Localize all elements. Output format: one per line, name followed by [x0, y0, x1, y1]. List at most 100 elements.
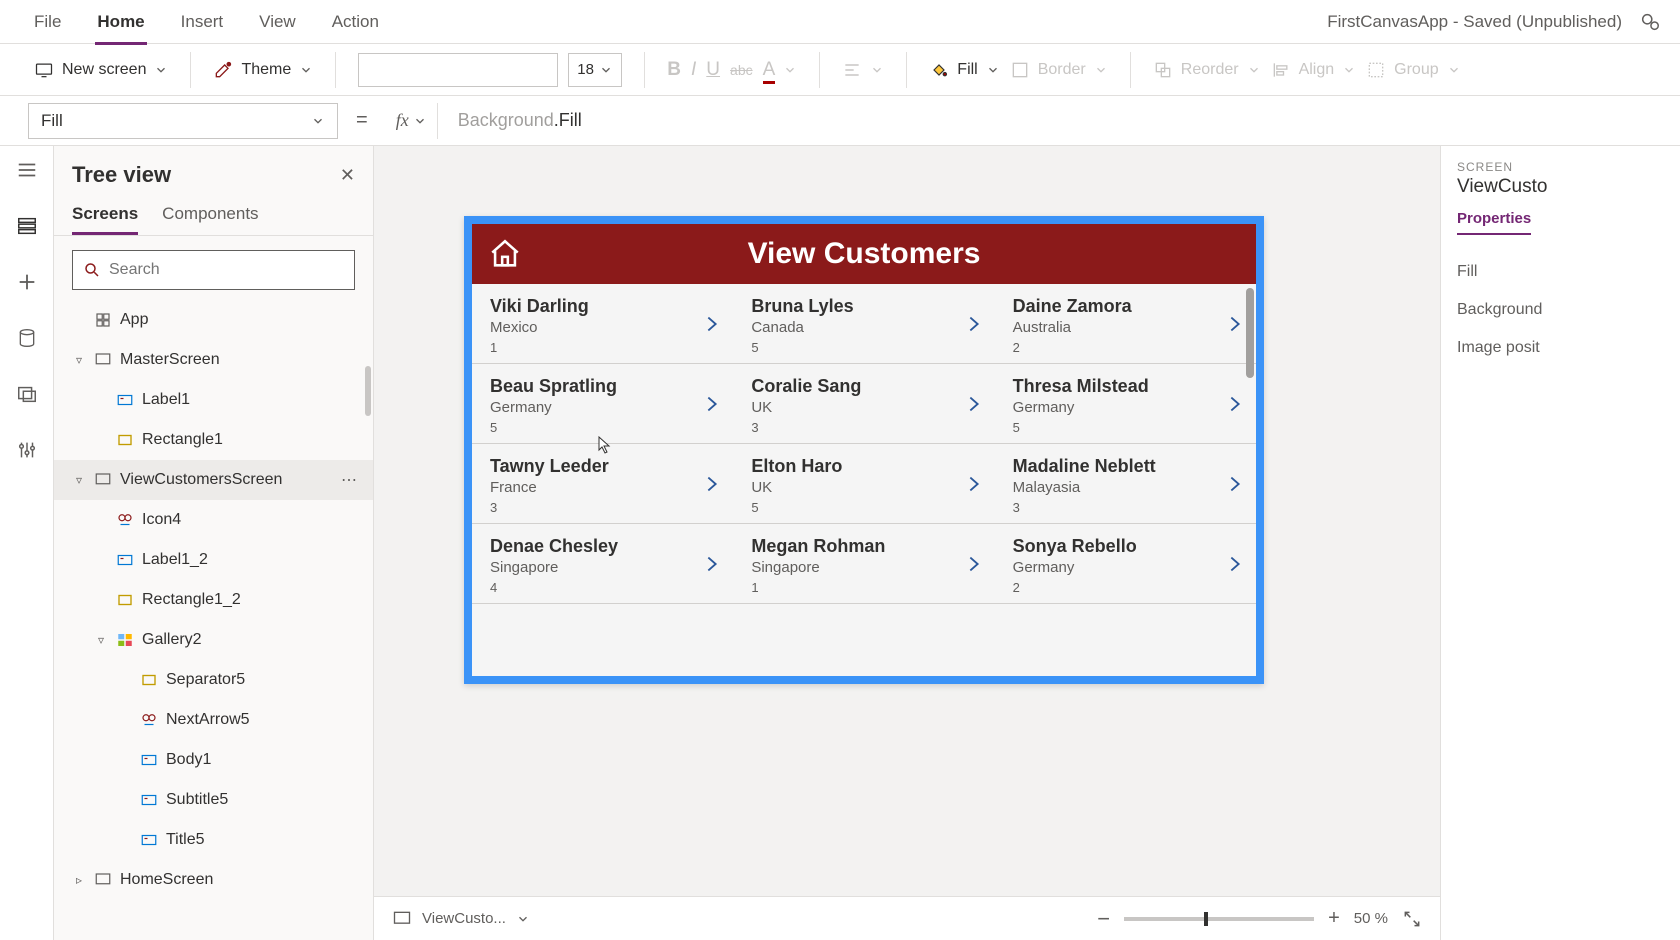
canvas-area[interactable]: View Customers Viki DarlingMexico1Bruna …: [374, 146, 1440, 940]
tree-node-homescreen[interactable]: ▹HomeScreen: [54, 860, 373, 900]
new-screen-button[interactable]: New screen: [34, 60, 168, 80]
canvas-frame[interactable]: View Customers Viki DarlingMexico1Bruna …: [464, 216, 1264, 684]
tree-node-label1[interactable]: Label1: [54, 380, 373, 420]
chevron-right-icon[interactable]: [1224, 389, 1246, 419]
gallery-item[interactable]: Bruna LylesCanada5: [733, 284, 994, 363]
tree-node-masterscreen[interactable]: ▿MasterScreen: [54, 340, 373, 380]
tree-node-rectangle1_2[interactable]: Rectangle1_2: [54, 580, 373, 620]
group-button[interactable]: Group: [1366, 60, 1460, 80]
tree-tab-components[interactable]: Components: [162, 196, 258, 235]
gallery-item[interactable]: Coralie SangUK3: [733, 364, 994, 443]
property-select[interactable]: Fill: [28, 103, 338, 139]
zoom-out-button[interactable]: −: [1097, 906, 1110, 932]
hamburger-icon[interactable]: [13, 156, 41, 184]
gallery-item[interactable]: Daine ZamoraAustralia2: [995, 284, 1256, 363]
tree-node-subtitle5[interactable]: Subtitle5: [54, 780, 373, 820]
fx-button[interactable]: fx: [386, 103, 438, 139]
gallery-item[interactable]: Viki DarlingMexico1: [472, 284, 733, 363]
menu-file[interactable]: File: [16, 12, 79, 32]
reorder-button[interactable]: Reorder: [1153, 60, 1261, 80]
tree-node-rectangle1[interactable]: Rectangle1: [54, 420, 373, 460]
menu-view[interactable]: View: [241, 12, 314, 32]
insert-icon[interactable]: [13, 268, 41, 296]
props-tab-properties[interactable]: Properties: [1457, 210, 1531, 235]
gallery-item[interactable]: Thresa MilsteadGermany5: [995, 364, 1256, 443]
tree-node-separator5[interactable]: Separator5: [54, 660, 373, 700]
tree-view-icon[interactable]: [13, 212, 41, 240]
diagnostics-icon[interactable]: [1636, 8, 1664, 36]
prop-background[interactable]: Background: [1457, 291, 1680, 329]
status-screen-label[interactable]: ViewCusto...: [422, 910, 506, 927]
close-icon[interactable]: ✕: [340, 165, 355, 186]
tree-scrollbar[interactable]: [365, 366, 371, 416]
expand-icon[interactable]: ▿: [72, 353, 86, 367]
tree-tab-screens[interactable]: Screens: [72, 196, 138, 235]
zoom-in-button[interactable]: +: [1328, 907, 1340, 930]
prop-fill[interactable]: Fill: [1457, 253, 1680, 291]
chevron-right-icon[interactable]: [1224, 469, 1246, 499]
formula-input[interactable]: Background.Fill: [448, 110, 582, 131]
tree-node-label1_2[interactable]: Label1_2: [54, 540, 373, 580]
menu-action[interactable]: Action: [314, 12, 397, 32]
customer-num: 5: [751, 340, 976, 355]
tree-node-icon4[interactable]: Icon4: [54, 500, 373, 540]
media-icon[interactable]: [13, 380, 41, 408]
gallery-item[interactable]: Denae ChesleySingapore4: [472, 524, 733, 603]
chevron-right-icon[interactable]: [701, 309, 723, 339]
font-size-input[interactable]: 18: [568, 53, 622, 87]
menu-home[interactable]: Home: [79, 12, 162, 32]
tree-node-body1[interactable]: Body1: [54, 740, 373, 780]
tree-node-viewcustomersscreen[interactable]: ▿ViewCustomersScreen⋯: [54, 460, 373, 500]
chevron-down-icon[interactable]: [516, 912, 530, 926]
underline-button[interactable]: U: [706, 59, 720, 81]
chevron-right-icon[interactable]: [963, 389, 985, 419]
expand-icon[interactable]: ▿: [94, 633, 108, 647]
theme-label: Theme: [241, 61, 291, 79]
chevron-right-icon[interactable]: [1224, 549, 1246, 579]
chevron-right-icon[interactable]: [701, 549, 723, 579]
fill-button[interactable]: Fill: [929, 60, 999, 80]
expand-icon[interactable]: ▹: [72, 873, 86, 887]
menu-insert[interactable]: Insert: [163, 12, 242, 32]
more-icon[interactable]: ⋯: [341, 470, 359, 490]
gallery-item[interactable]: Megan RohmanSingapore1: [733, 524, 994, 603]
gallery-item[interactable]: Madaline NeblettMalayasia3: [995, 444, 1256, 523]
align-button[interactable]: Align: [1271, 60, 1357, 80]
italic-button[interactable]: I: [691, 59, 696, 81]
font-color-button[interactable]: A: [763, 59, 798, 81]
tools-icon[interactable]: [13, 436, 41, 464]
gallery-item[interactable]: Beau SpratlingGermany5: [472, 364, 733, 443]
gallery-item[interactable]: Sonya RebelloGermany2: [995, 524, 1256, 603]
search-input[interactable]: [109, 261, 344, 279]
fit-screen-button[interactable]: [1402, 909, 1422, 929]
expand-icon[interactable]: ▿: [72, 473, 86, 487]
data-icon[interactable]: [13, 324, 41, 352]
chevron-right-icon[interactable]: [963, 549, 985, 579]
tree-node-nextarrow5[interactable]: NextArrow5: [54, 700, 373, 740]
border-button[interactable]: Border: [1010, 60, 1108, 80]
tree-node-title5[interactable]: Title5: [54, 820, 373, 860]
tree-node-app[interactable]: App: [54, 300, 373, 340]
chevron-right-icon[interactable]: [701, 469, 723, 499]
tree-search[interactable]: [72, 250, 355, 290]
font-family-select[interactable]: [358, 53, 558, 87]
bold-button[interactable]: B: [667, 59, 681, 81]
zoom-slider[interactable]: [1124, 917, 1314, 921]
chevron-right-icon[interactable]: [963, 309, 985, 339]
home-icon[interactable]: [488, 237, 522, 271]
tree-node-label: Separator5: [166, 671, 245, 689]
chevron-right-icon[interactable]: [963, 469, 985, 499]
gallery-item[interactable]: Elton HaroUK5: [733, 444, 994, 523]
rect-icon: [116, 431, 134, 449]
chevron-right-icon[interactable]: [1224, 309, 1246, 339]
menubar: FileHomeInsertViewAction FirstCanvasApp …: [0, 0, 1680, 44]
gallery[interactable]: Viki DarlingMexico1Bruna LylesCanada5Dai…: [472, 284, 1256, 676]
chevron-right-icon[interactable]: [701, 389, 723, 419]
prop-image-posit[interactable]: Image posit: [1457, 329, 1680, 367]
text-align-button[interactable]: [842, 60, 884, 80]
tree-node-gallery2[interactable]: ▿Gallery2: [54, 620, 373, 660]
theme-button[interactable]: Theme: [213, 60, 313, 80]
gallery-item[interactable]: Tawny LeederFrance3: [472, 444, 733, 523]
tree-node-label: Body1: [166, 751, 211, 769]
strike-button[interactable]: abc: [730, 62, 753, 78]
